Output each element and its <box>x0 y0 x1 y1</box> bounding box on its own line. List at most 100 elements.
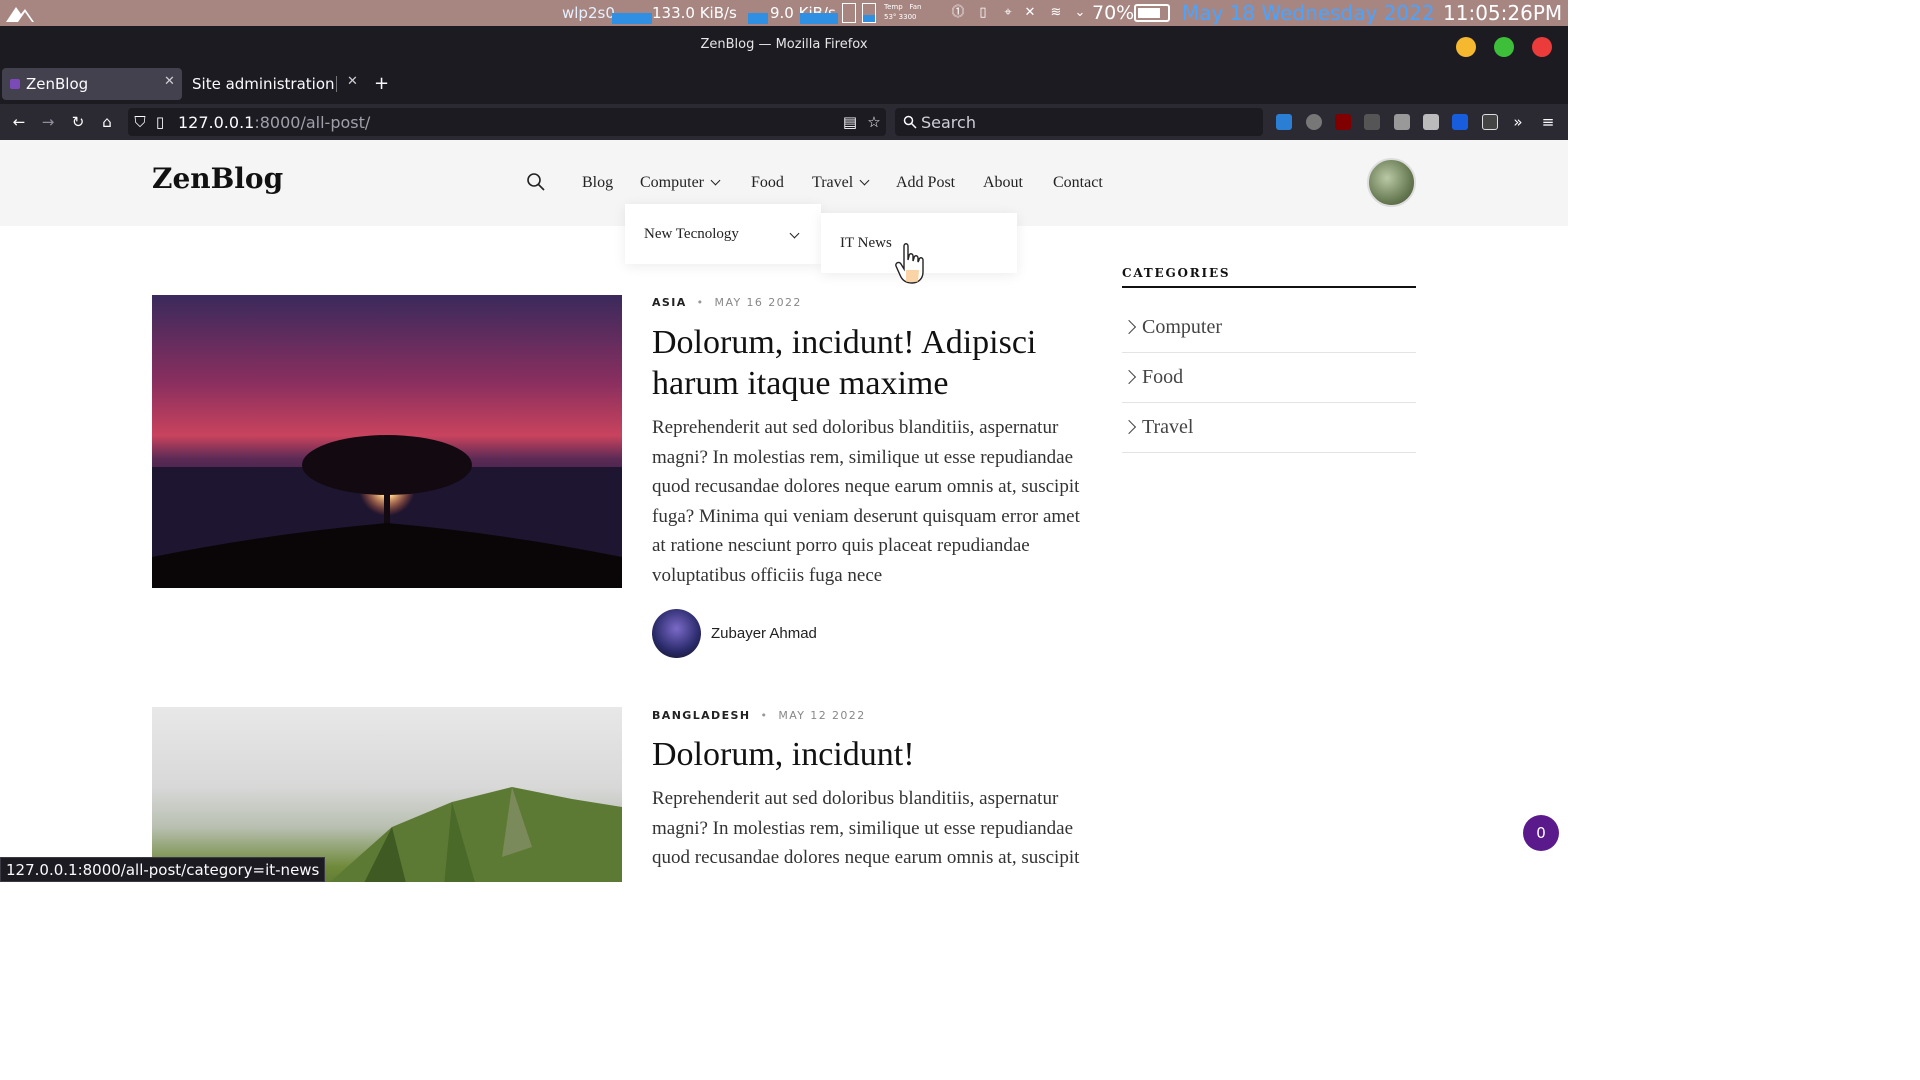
nav-about[interactable]: About <box>983 174 1023 192</box>
extension-icon[interactable] <box>1423 114 1439 130</box>
clipboard-icon[interactable]: ▯ <box>975 5 991 21</box>
overflow-icon[interactable]: » <box>1508 112 1528 132</box>
battery-percent: 70% <box>1092 2 1135 24</box>
post-meta: ASIA • MAY 16 2022 <box>652 296 802 309</box>
tab-zenblog[interactable]: ZenBlog ✕ <box>2 68 182 100</box>
post-date: MAY 12 2022 <box>778 709 866 722</box>
tab-site-administration[interactable]: Site administration ✕ <box>186 68 366 100</box>
nav-food[interactable]: Food <box>751 174 784 192</box>
arch-logo-icon[interactable] <box>4 3 44 23</box>
fan-value: 3300 <box>898 13 917 21</box>
wifi-icon[interactable]: ≋ <box>1048 5 1064 21</box>
search-icon[interactable] <box>526 172 546 192</box>
chevron-right-icon <box>1121 419 1137 435</box>
post-title[interactable]: Dolorum, incidunt! Adipisci harum itaque… <box>652 322 1092 404</box>
extension-icon[interactable] <box>1482 114 1498 130</box>
tab-separator <box>336 76 337 92</box>
extension-icon[interactable] <box>1306 114 1322 130</box>
post-title[interactable]: Dolorum, incidunt! <box>652 734 1092 775</box>
extension-icon[interactable] <box>1364 114 1380 130</box>
forward-icon[interactable]: → <box>38 112 58 132</box>
avatar[interactable] <box>1367 158 1416 207</box>
chevron-right-icon <box>1121 319 1137 335</box>
close-icon[interactable]: ✕ <box>164 74 175 89</box>
chevron-right-icon <box>1121 369 1137 385</box>
dropdown-item-new-tecnology[interactable]: New Tecnology <box>644 226 739 243</box>
system-time: 11:05:26PM <box>1443 1 1563 25</box>
temp-label: Temp <box>884 3 903 11</box>
nav-computer[interactable]: Computer <box>640 174 721 192</box>
post-category[interactable]: ASIA <box>652 296 687 309</box>
url-host: 127.0.0.1 <box>178 113 255 132</box>
nav-add-post[interactable]: Add Post <box>896 174 955 192</box>
tab-favicon <box>10 79 20 89</box>
post-excerpt: Reprehenderit aut sed doloribus blanditi… <box>652 417 1080 586</box>
post-image-cliffs[interactable] <box>152 707 622 882</box>
reload-icon[interactable]: ↻ <box>68 112 88 132</box>
close-icon[interactable]: ✕ <box>347 74 358 89</box>
hand-cursor-icon <box>895 243 924 284</box>
temp-value: 53° <box>884 13 897 21</box>
cliff-landscape <box>330 787 622 882</box>
close-window-button[interactable] <box>1532 37 1552 57</box>
reader-view-icon[interactable]: ▤ <box>840 112 860 132</box>
sidebar-item-label: Travel <box>1142 416 1194 438</box>
search-bar[interactable] <box>895 108 1263 136</box>
meta-separator: • <box>696 296 705 309</box>
post-image-sunset-tree[interactable] <box>152 295 622 588</box>
shield-icon[interactable]: ⛉ <box>130 112 150 132</box>
download-speed: 133.0 KiB/s <box>652 4 737 22</box>
post-date: MAY 16 2022 <box>714 296 802 309</box>
new-tab-button[interactable]: + <box>374 73 389 94</box>
nav-contact[interactable]: Contact <box>1053 174 1103 192</box>
battery-icon[interactable] <box>1134 4 1170 22</box>
nav-travel[interactable]: Travel <box>812 174 870 192</box>
status-url: 127.0.0.1:8000/all-post/category=it-news <box>0 857 326 882</box>
sidebar-item-computer[interactable]: Computer <box>1121 303 1416 353</box>
library-icon[interactable] <box>1394 114 1410 130</box>
bookmark-star-icon[interactable]: ☆ <box>864 112 884 132</box>
chevron-down-icon <box>710 175 721 186</box>
web-page: ZenBlog Blog Computer Food Travel Add Po… <box>0 140 1568 882</box>
tab-label: ZenBlog <box>26 75 89 93</box>
mem-meter <box>862 3 876 23</box>
meta-separator: • <box>760 709 769 722</box>
system-date: May 18 Wednesday 2022 <box>1182 1 1435 25</box>
minimize-button[interactable] <box>1456 37 1476 57</box>
site-logo[interactable]: ZenBlog <box>152 162 283 195</box>
search-input[interactable] <box>921 111 1251 133</box>
page-icon[interactable]: ▯ <box>150 112 170 132</box>
sidebar-item-food[interactable]: Food <box>1121 353 1416 403</box>
tab-bar: ZenBlog ✕ Site administration ✕ + <box>0 64 1568 104</box>
post-excerpt: Reprehenderit aut sed doloribus blanditi… <box>652 788 1080 868</box>
network-interface: wlp2s0 <box>562 4 615 22</box>
chat-badge[interactable]: 0 <box>1523 815 1559 851</box>
traffic-graph <box>800 6 838 24</box>
update-icon[interactable]: ⓵ <box>950 5 966 21</box>
menu-icon[interactable]: ≡ <box>1538 112 1558 132</box>
tab-label: Site administration <box>192 75 335 93</box>
url-text[interactable]: 127.0.0.1:8000/all-post/ <box>178 113 370 132</box>
post-category[interactable]: BANGLADESH <box>652 709 750 722</box>
window-titlebar: ZenBlog — Mozilla Firefox <box>0 26 1568 64</box>
chevron-down-icon[interactable]: ⌄ <box>1072 5 1088 21</box>
chevron-down-icon <box>859 175 870 186</box>
location-icon[interactable]: ⌖ <box>1000 5 1016 21</box>
bitwarden-icon[interactable] <box>1452 114 1468 130</box>
chevron-down-icon <box>789 228 800 239</box>
sidebar-title: CATEGORIES <box>1122 266 1416 288</box>
submenu-item-it-news[interactable]: IT News <box>840 235 892 252</box>
maximize-button[interactable] <box>1494 37 1514 57</box>
window-title: ZenBlog — Mozilla Firefox <box>700 37 868 52</box>
ublock-icon[interactable] <box>1335 114 1351 130</box>
sidebar-item-travel[interactable]: Travel <box>1121 403 1416 453</box>
extension-icon[interactable] <box>1276 114 1292 130</box>
back-icon[interactable]: ← <box>9 112 29 132</box>
url-bar[interactable]: ⛉ ▯ 127.0.0.1:8000/all-post/ ▤ ☆ <box>128 108 886 136</box>
post-meta: BANGLADESH • MAY 12 2022 <box>652 709 866 722</box>
author-name[interactable]: Zubayer Ahmad <box>711 625 817 642</box>
nav-blog[interactable]: Blog <box>582 174 613 192</box>
home-icon[interactable]: ⌂ <box>97 112 117 132</box>
mute-icon[interactable]: ✕ <box>1022 5 1038 21</box>
author-avatar[interactable] <box>652 609 701 658</box>
